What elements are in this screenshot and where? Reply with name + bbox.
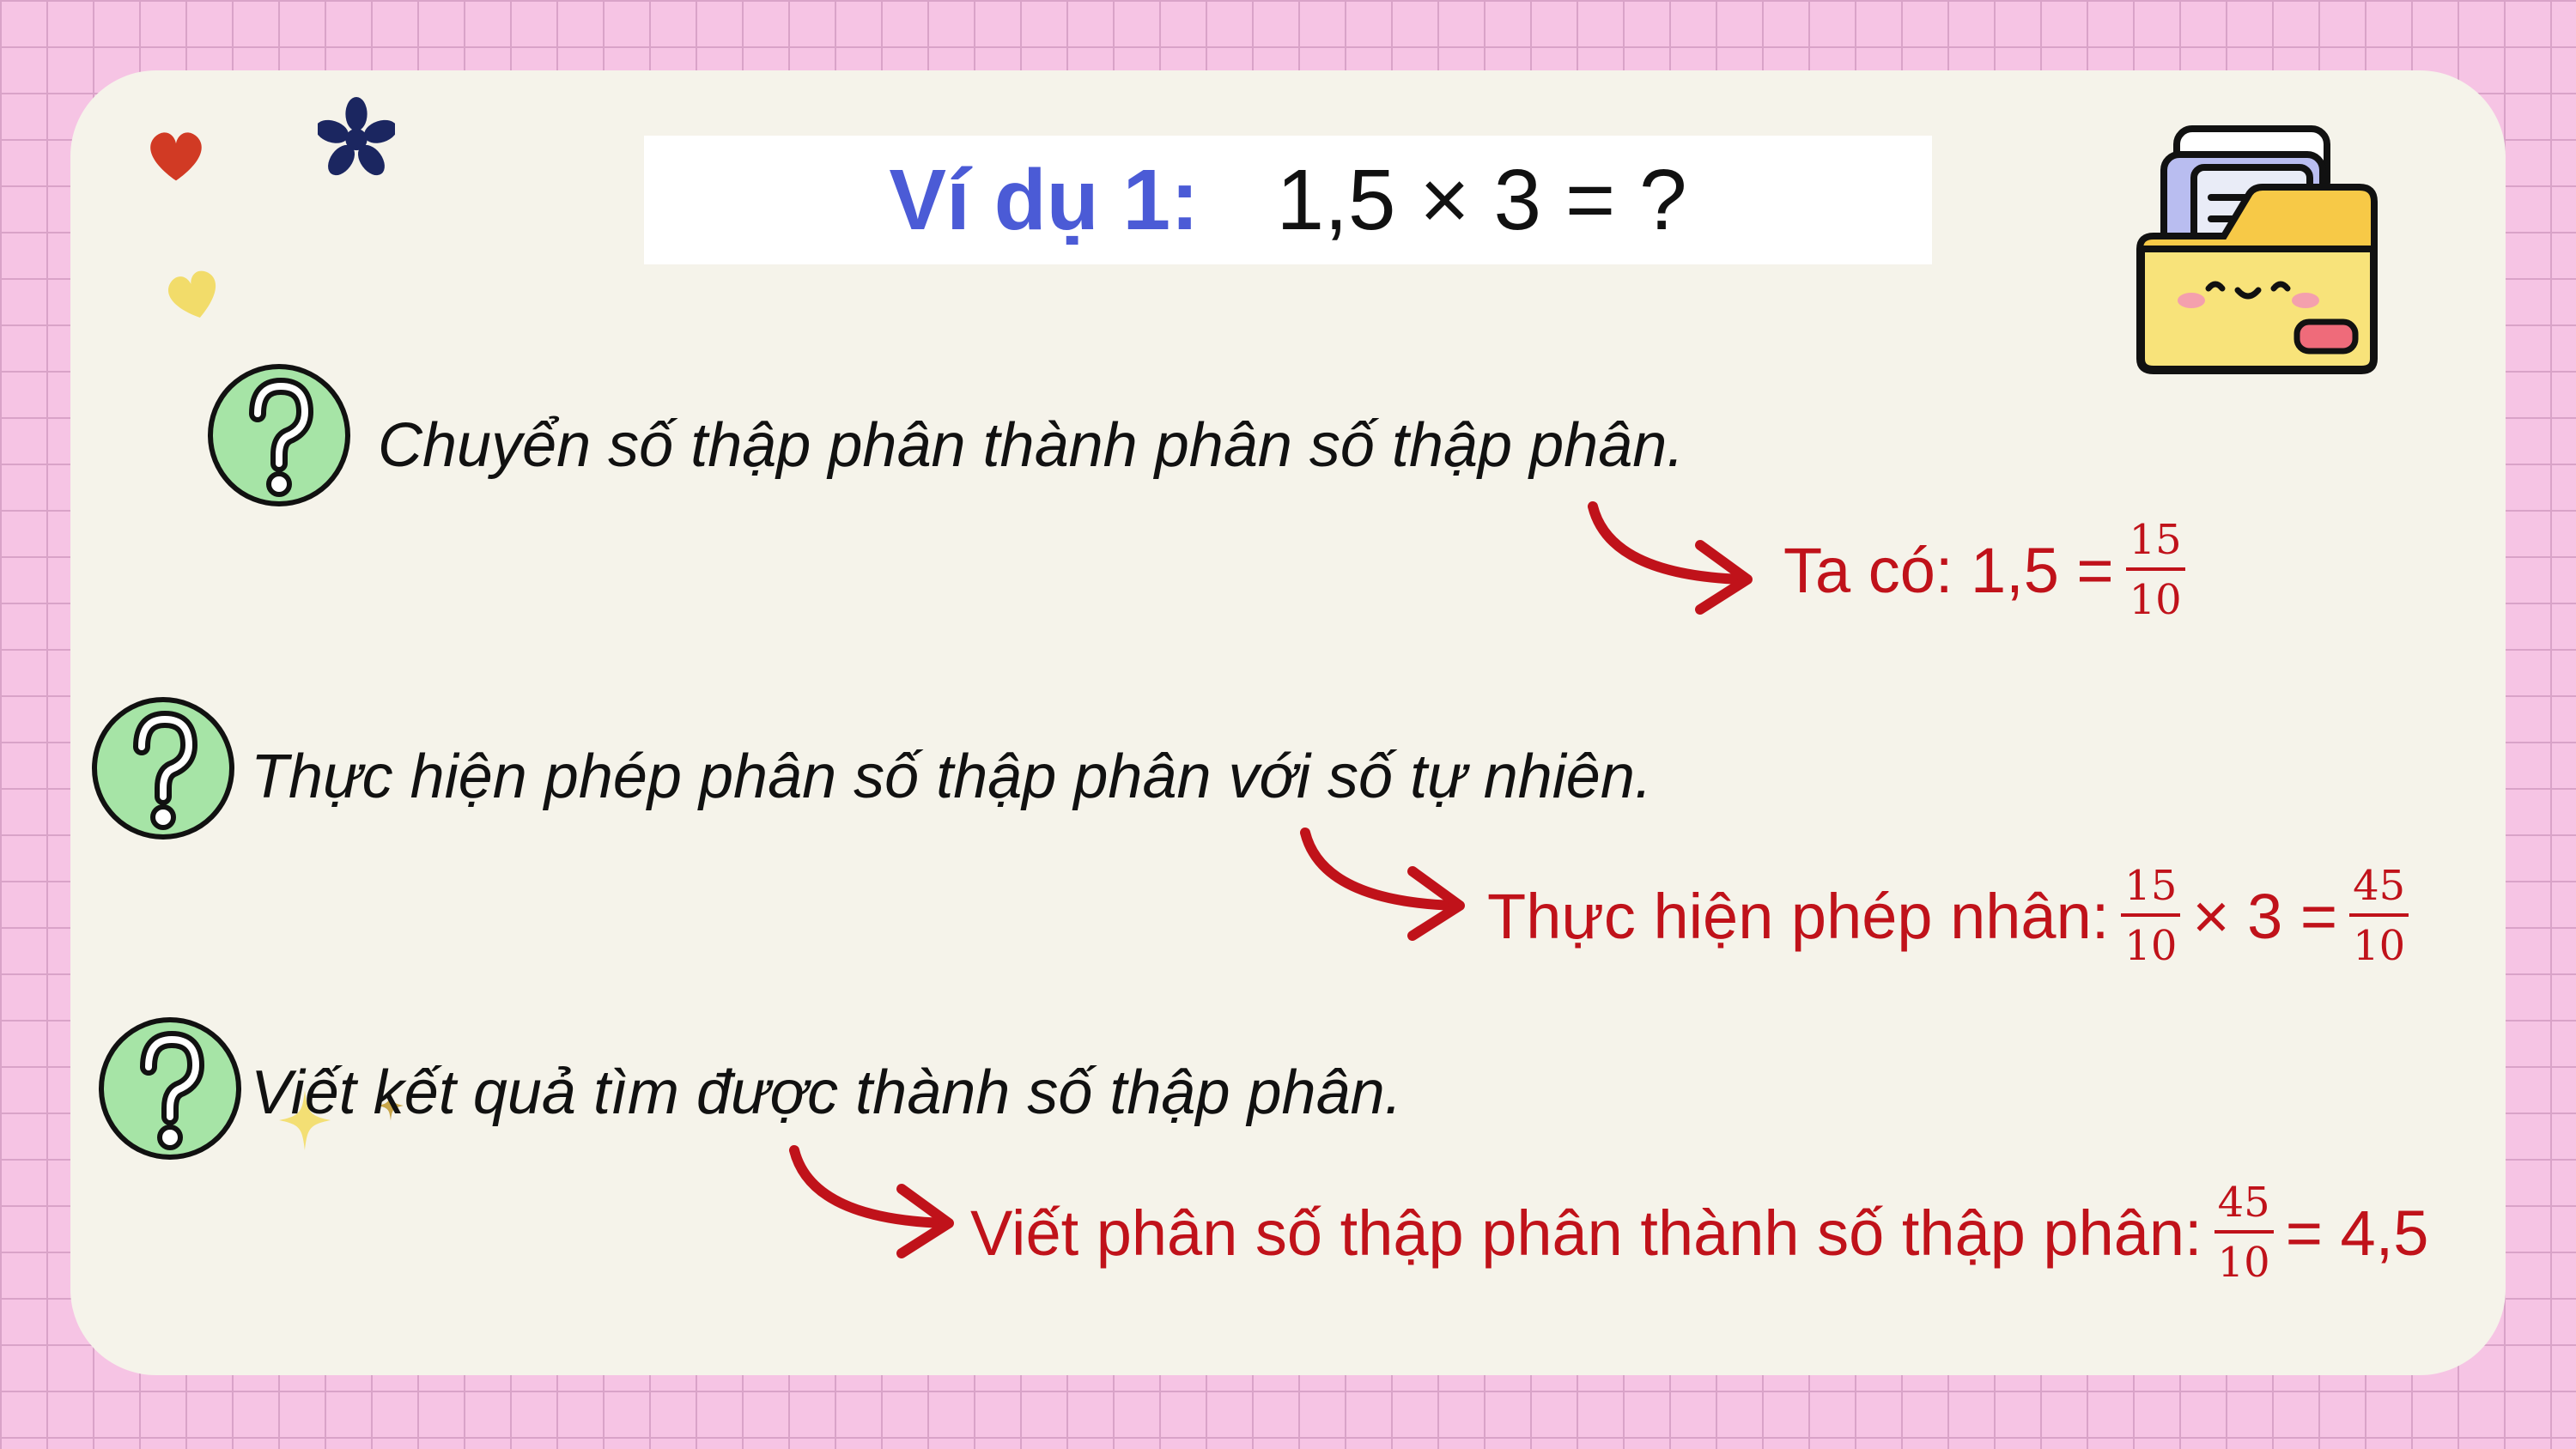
fraction-numerator: 45 [2349,865,2409,917]
question-2: Thực hiện phép phân số thập phân với số … [251,743,1652,811]
title-label: Ví dụ 1: [889,151,1200,248]
answer-1-prefix: Ta có: 1,5 = [1783,534,2114,606]
fraction-45-10: 45 10 [2349,865,2409,967]
answer-3: Viết phân số thập phân thành số thập phâ… [970,1182,2428,1283]
fraction-denominator: 10 [2129,576,2182,624]
fraction-denominator: 10 [2353,922,2406,970]
answer-3-prefix: Viết phân số thập phân thành số thập phâ… [970,1197,2202,1269]
fraction-15-10: 15 10 [2125,519,2185,624]
answer-3-suffix: = 4,5 [2285,1197,2429,1269]
red-heart-icon [150,132,202,181]
fraction-15-10: 15 10 [2121,865,2181,970]
question-mark-icon [99,1017,241,1160]
question-3: Viết kết quả tìm được thành số thập phân… [251,1058,1402,1127]
fraction-denominator: 10 [2217,1239,2270,1287]
answer-2-prefix: Thực hiện phép nhân: [1487,880,2110,952]
question-1: Chuyển số thập phân thành phân số thập p… [378,411,1685,480]
title-box: Ví dụ 1: 1,5 × 3 = ? [644,136,1932,264]
folder-mascot-icon [2136,125,2378,374]
yellow-heart-icon [168,270,216,318]
red-arrow-icon [789,1145,954,1258]
answer-2-middle: × 3 = [2192,880,2338,952]
title-expression: 1,5 × 3 = ? [1276,151,1687,248]
fraction-numerator: 45 [2214,1182,2274,1234]
fraction-numerator: 15 [2125,519,2185,571]
red-arrow-icon [1588,501,1753,615]
red-arrow-icon [1300,828,1465,941]
fraction-denominator: 10 [2124,922,2178,970]
flower-icon [318,97,395,176]
answer-2: Thực hiện phép nhân: 15 10 × 3 = 45 10 [1487,865,2421,967]
answer-1: Ta có: 1,5 = 15 10 [1783,519,2197,621]
fraction-45-10: 45 10 [2214,1182,2274,1287]
question-mark-icon [208,364,350,506]
fraction-numerator: 15 [2121,865,2181,917]
question-mark-icon [92,697,234,840]
